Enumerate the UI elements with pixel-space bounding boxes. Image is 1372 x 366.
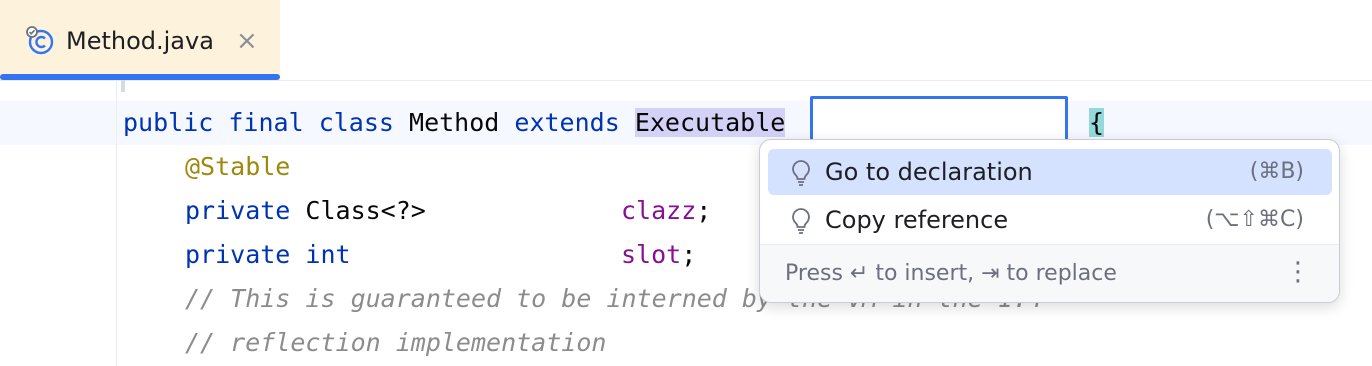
popup-item-shortcut: (⌥⇧⌘C) bbox=[1205, 207, 1304, 232]
code-line-slot-field[interactable]: private int bbox=[185, 233, 351, 277]
code-line-clazz-field[interactable]: private Class<?> bbox=[185, 189, 426, 233]
reference-action-popup: Go to declaration (⌘B) Copy reference (⌥… bbox=[759, 139, 1340, 303]
comment: // reflection implementation bbox=[185, 328, 607, 357]
keyword: final bbox=[228, 108, 304, 137]
code-line-class-declaration[interactable]: public final class Method extends Execut… bbox=[123, 101, 786, 145]
popup-item-copy-reference[interactable]: Copy reference (⌥⇧⌘C) bbox=[768, 197, 1332, 243]
semicolon: ; bbox=[681, 240, 697, 269]
class-name: Method bbox=[409, 108, 500, 137]
lightbulb-icon bbox=[792, 160, 810, 186]
keyword: private bbox=[185, 240, 291, 269]
tab-title: Method.java bbox=[66, 27, 214, 55]
type-name: int bbox=[305, 240, 351, 269]
code-field-slot: slot; bbox=[621, 233, 696, 277]
annotation: @Stable bbox=[185, 152, 291, 181]
gutter-divider bbox=[116, 80, 117, 366]
popup-item-go-to-declaration[interactable]: Go to declaration (⌘B) bbox=[768, 149, 1332, 195]
more-options-icon[interactable]: ⋮ bbox=[1285, 256, 1311, 288]
close-icon[interactable]: × bbox=[236, 25, 258, 57]
keyword: private bbox=[185, 196, 291, 225]
lightbulb-icon bbox=[792, 208, 810, 234]
popup-item-label: Go to declaration bbox=[825, 158, 1033, 186]
popup-item-label: Copy reference bbox=[825, 206, 1009, 234]
reference-target[interactable]: Executable bbox=[634, 108, 786, 137]
popup-item-shortcut: (⌘B) bbox=[1249, 159, 1304, 184]
semicolon: ; bbox=[696, 196, 712, 225]
active-tab-indicator bbox=[0, 74, 280, 80]
class-icon bbox=[26, 26, 54, 55]
code-line-comment-2[interactable]: // reflection implementation bbox=[185, 321, 606, 365]
popup-hint: Press ↵ to insert, ⇥ to replace bbox=[785, 261, 1117, 286]
keyword: public bbox=[123, 108, 214, 137]
matched-brace: { bbox=[1089, 108, 1105, 137]
inline-rename-input[interactable] bbox=[810, 96, 1068, 144]
keyword: class bbox=[318, 108, 394, 137]
field-name: clazz bbox=[621, 196, 697, 225]
type-name: Class<?> bbox=[305, 196, 426, 225]
editor-tab-bar: Method.java × bbox=[0, 0, 1372, 81]
code-line-annotation[interactable]: @Stable bbox=[185, 145, 290, 189]
tab-method-java[interactable]: Method.java × bbox=[0, 0, 280, 80]
fold-marker bbox=[121, 80, 125, 92]
keyword: extends bbox=[514, 108, 620, 137]
code-field-clazz: clazz; bbox=[621, 189, 711, 233]
popup-footer: Press ↵ to insert, ⇥ to replace ⋮ bbox=[760, 244, 1339, 302]
field-name: slot bbox=[621, 240, 682, 269]
